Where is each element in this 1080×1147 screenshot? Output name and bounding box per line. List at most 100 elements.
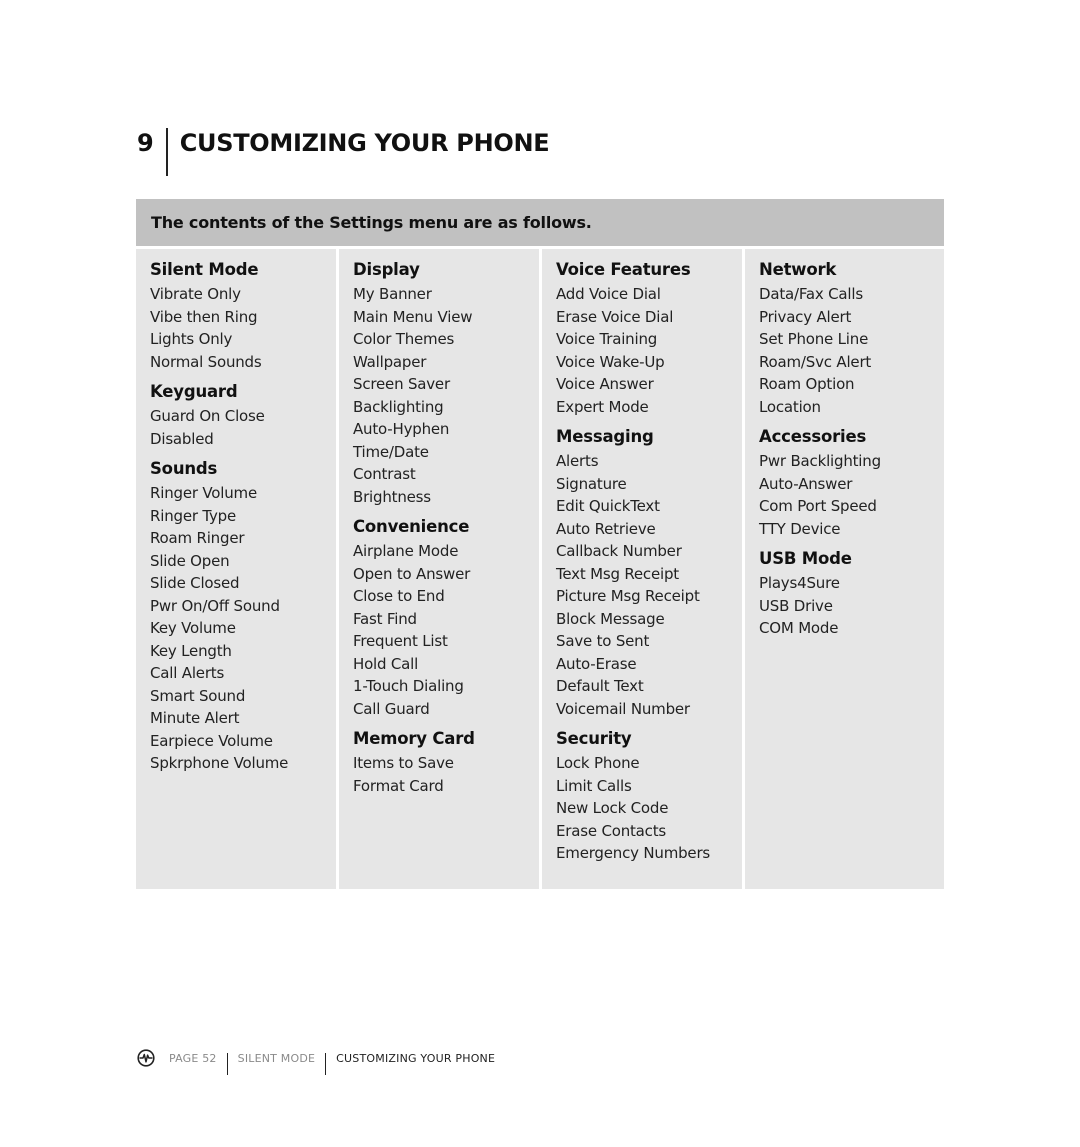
settings-item: Key Volume (150, 619, 236, 637)
section-title: Network (759, 260, 837, 279)
settings-item: Callback Number (556, 542, 682, 560)
table-column: Voice Features Add Voice Dial Erase Voice … (542, 249, 742, 889)
settings-item: Disabled (150, 429, 214, 448)
footer-page-number: PAGE 52 (169, 1051, 217, 1065)
settings-item: Roam/Svc Alert (759, 352, 872, 371)
settings-section: Silent Mode Vibrate Only Vibe then Ring Lig… (150, 259, 336, 373)
section-title: Convenience (353, 517, 470, 536)
chapter-divider (165, 128, 168, 176)
table-columns: Silent Mode Vibrate Only Vibe then Ring Lig… (136, 249, 944, 889)
table-column: Display My Banner Main Menu View Color Them… (339, 249, 539, 889)
settings-item: Picture Msg Receipt (556, 587, 700, 605)
settings-item: Spkrphone Volume (150, 754, 289, 772)
section-title: Silent Mode (150, 260, 259, 279)
settings-item: USB Drive (759, 596, 833, 615)
settings-section: Network Data/Fax Calls Privacy Alert Set Ph… (759, 259, 944, 418)
section-title: Sounds (150, 459, 218, 478)
settings-item: Block Message (556, 609, 665, 628)
settings-item: Save to Sent (556, 632, 650, 650)
settings-item: Voice Training (556, 330, 658, 348)
settings-section: Security Lock Phone Limit Calls New Lock Co… (556, 728, 742, 865)
settings-item: Brightness (353, 487, 431, 506)
settings-item: Roam Option (759, 375, 855, 393)
settings-item: Minute Alert (150, 709, 240, 727)
settings-section: Messaging Alerts Signature Edit QuickText Au… (556, 426, 742, 720)
settings-item: Main Menu View (353, 307, 473, 326)
settings-section: Sounds Ringer Volume Ringer Type Roam Ringe… (150, 458, 336, 775)
settings-item: Auto Retrieve (556, 519, 656, 538)
settings-section: Accessories Pwr Backlighting Auto-Answer Co… (759, 426, 944, 540)
settings-item: Hold Call (353, 654, 419, 673)
settings-item: Erase Voice Dial (556, 307, 674, 326)
settings-item: Pwr On/Off Sound (150, 596, 280, 615)
settings-item: Lights Only (150, 330, 233, 348)
section-title: Accessories (759, 427, 867, 446)
waveform-circle-icon (137, 1049, 155, 1067)
settings-item: Ringer Type (150, 506, 237, 525)
settings-item: Privacy Alert (759, 307, 852, 326)
section-title: Messaging (556, 427, 654, 446)
table-column: Network Data/Fax Calls Privacy Alert Set Ph… (745, 249, 944, 889)
settings-item: Voicemail Number (556, 699, 690, 718)
settings-item: Smart Sound (150, 686, 246, 705)
section-title: USB Mode (759, 549, 852, 568)
settings-item: Location (759, 397, 821, 416)
settings-item: Limit Calls (556, 776, 632, 795)
settings-item: Guard On Close (150, 407, 265, 425)
settings-item: Default Text (556, 677, 644, 695)
settings-section: Display My Banner Main Menu View Color Them… (353, 259, 539, 508)
settings-item: Edit QuickText (556, 497, 660, 515)
settings-item: Roam Ringer (150, 529, 245, 547)
settings-item: Pwr Backlighting (759, 452, 881, 470)
settings-item: Expert Mode (556, 397, 649, 416)
settings-item: Frequent List (353, 632, 448, 650)
section-title: Display (353, 260, 420, 279)
settings-item: Slide Open (150, 551, 230, 570)
page-footer: PAGE 52 SILENT MODE CUSTOMIZING YOUR PHO… (137, 1047, 495, 1075)
settings-item: Call Guard (353, 699, 430, 718)
settings-item: Color Themes (353, 330, 455, 348)
chapter-number: 9 (137, 129, 154, 157)
settings-item: Erase Contacts (556, 821, 667, 840)
settings-item: Items to Save (353, 754, 454, 772)
settings-item: Earpiece Volume (150, 731, 273, 750)
chapter-heading: 9 CUSTOMIZING YOUR PHONE (137, 126, 550, 176)
settings-section: USB Mode Plays4Sure USB Drive COM Mode (759, 548, 944, 640)
settings-item: Backlighting (353, 397, 444, 416)
settings-item: Call Alerts (150, 664, 225, 682)
settings-item: Contrast (353, 465, 416, 483)
settings-item: 1-Touch Dialing (353, 677, 464, 695)
settings-section: Voice Features Add Voice Dial Erase Voice … (556, 259, 742, 418)
settings-item: Slide Closed (150, 574, 240, 592)
settings-item: New Lock Code (556, 799, 669, 817)
table-heading: The contents of the Settings menu are as… (151, 213, 592, 232)
settings-item: My Banner (353, 285, 432, 303)
settings-item: Auto-Answer (759, 474, 853, 493)
table-column: Silent Mode Vibrate Only Vibe then Ring Lig… (136, 249, 336, 889)
section-title: Keyguard (150, 382, 238, 401)
settings-item: Wallpaper (353, 352, 427, 371)
settings-item: Text Msg Receipt (556, 564, 679, 583)
section-title: Voice Features (556, 260, 691, 279)
settings-item: Open to Answer (353, 564, 471, 583)
section-title: Memory Card (353, 729, 475, 748)
footer-section: SILENT MODE (237, 1051, 316, 1065)
settings-item: Fast Find (353, 609, 417, 628)
settings-item: Vibrate Only (150, 285, 241, 303)
settings-section: Memory Card Items to Save Format Card (353, 728, 539, 797)
settings-item: Format Card (353, 776, 444, 795)
settings-item: Voice Wake-Up (556, 352, 665, 371)
settings-item: Normal Sounds (150, 352, 262, 371)
chapter-title: CUSTOMIZING YOUR PHONE (179, 129, 550, 157)
settings-item: Auto-Hyphen (353, 420, 450, 438)
settings-item: Time/Date (353, 442, 429, 461)
settings-item: Airplane Mode (353, 542, 459, 560)
footer-divider (226, 1053, 228, 1075)
settings-item: Key Length (150, 641, 232, 660)
settings-menu-table: The contents of the Settings menu are as… (136, 199, 944, 889)
settings-item: Close to End (353, 587, 445, 605)
settings-item: Signature (556, 474, 627, 493)
table-heading-band: The contents of the Settings menu are as… (136, 199, 944, 246)
settings-item: Voice Answer (556, 375, 654, 393)
settings-item: Com Port Speed (759, 497, 877, 515)
